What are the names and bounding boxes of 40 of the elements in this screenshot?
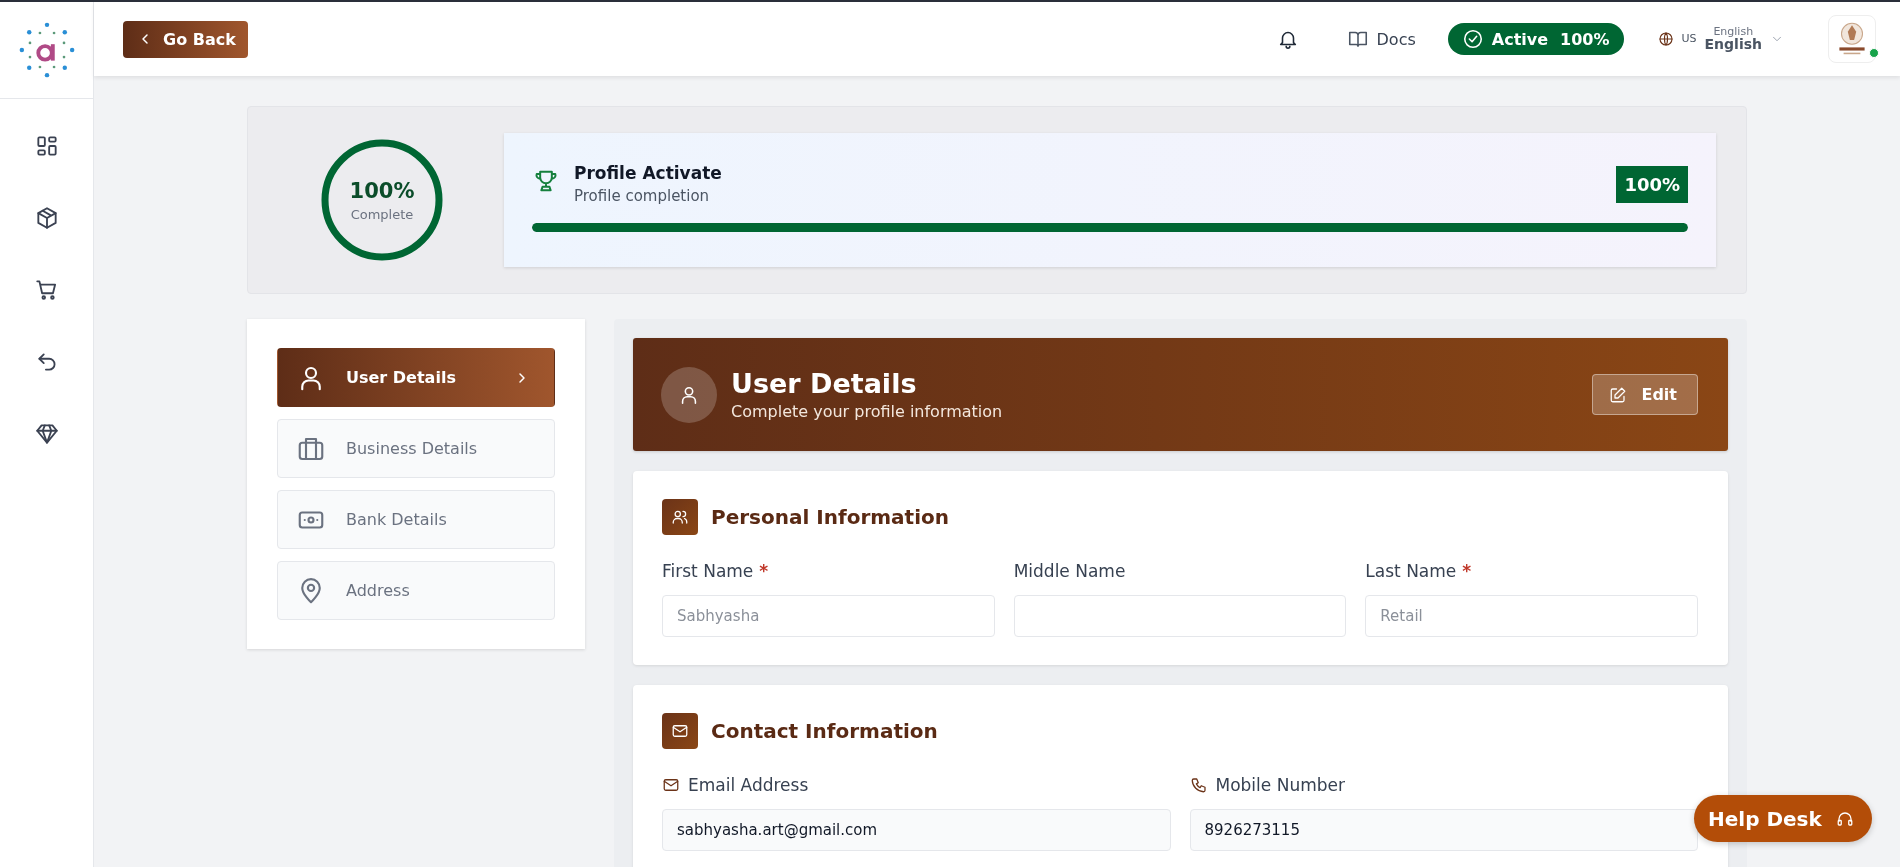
input-field[interactable] xyxy=(1013,595,1347,637)
mail-icon xyxy=(671,722,689,740)
required-mark: * xyxy=(1462,561,1472,581)
field-label: Last Name xyxy=(1365,561,1457,581)
page-subtitle: Complete your profile information xyxy=(731,402,1003,421)
logo-drawing xyxy=(17,21,76,79)
avatar-button[interactable] xyxy=(1828,15,1876,63)
mail-icon xyxy=(662,776,680,794)
check-circle-icon xyxy=(1461,28,1484,50)
step-tab[interactable]: Business Details xyxy=(277,419,555,478)
input-field[interactable]: Retail xyxy=(1365,595,1698,637)
globe-icon xyxy=(1657,31,1674,47)
help-desk-button[interactable]: Help Desk xyxy=(1694,795,1872,842)
field-label: First Name xyxy=(662,561,754,581)
input-field[interactable]: sabhyasha.art@gmail.com xyxy=(662,809,1171,851)
field-label: Email Address xyxy=(688,775,809,795)
step-tab[interactable]: User Details xyxy=(277,348,555,407)
section-title: Contact Information xyxy=(711,719,938,743)
docs-button[interactable]: Docs xyxy=(1342,24,1420,54)
complete-label: Complete xyxy=(350,206,414,222)
page-title: User Details xyxy=(731,368,918,399)
progress-title: Profile Activate xyxy=(574,163,722,183)
percent-badge: 100% xyxy=(1616,165,1688,203)
field-label: Middle Name xyxy=(1013,561,1126,581)
input-field[interactable]: Sabhyasha xyxy=(662,595,995,637)
input-field[interactable]: 8926273115 xyxy=(1189,809,1698,851)
headset-icon xyxy=(1835,809,1854,828)
field-label: Mobile Number xyxy=(1215,775,1345,795)
percent-value: 100% xyxy=(349,178,415,203)
step-tab[interactable]: Bank Details xyxy=(277,490,555,549)
section-title: Personal Information xyxy=(711,505,949,529)
required-mark: * xyxy=(759,561,769,581)
edit-button[interactable]: Edit xyxy=(1592,374,1698,415)
phone-icon xyxy=(1189,776,1208,794)
progress-subtitle: Profile completion xyxy=(574,187,711,205)
status-badge: Active 100% xyxy=(1447,23,1624,55)
step-tab[interactable]: Address xyxy=(277,561,555,620)
go-back-button[interactable]: Go Back xyxy=(123,20,248,58)
edit-icon xyxy=(1609,385,1628,404)
users-icon xyxy=(671,508,689,526)
